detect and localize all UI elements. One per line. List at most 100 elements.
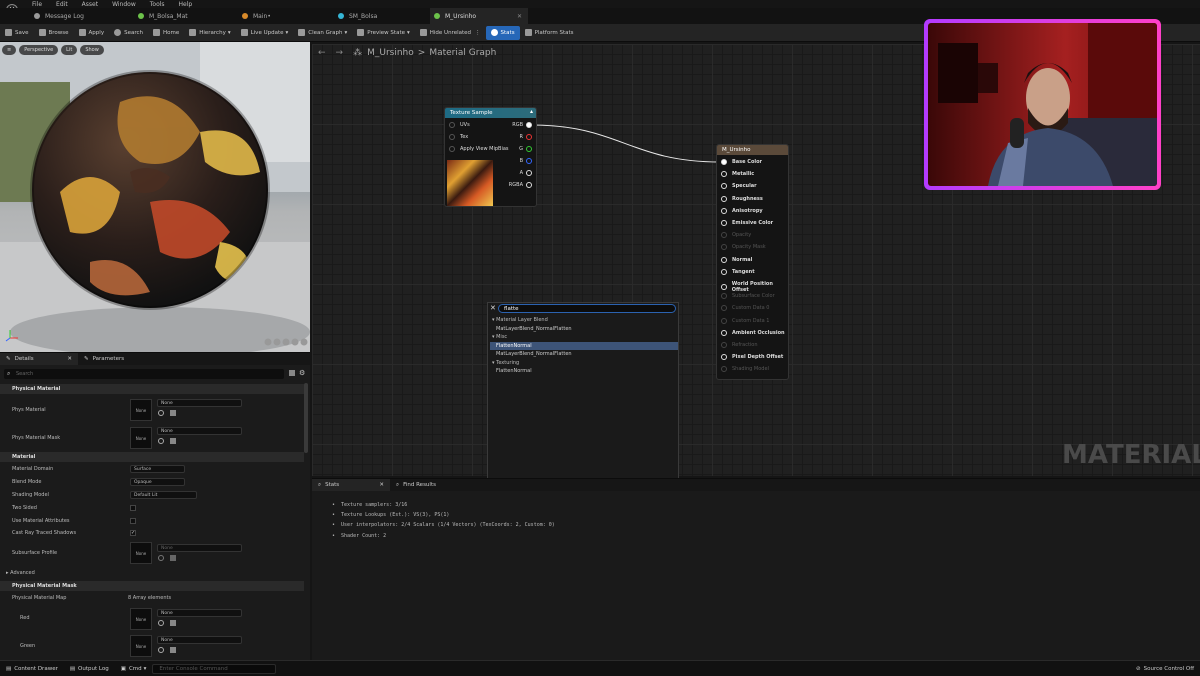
menu-asset[interactable]: Asset: [82, 1, 98, 8]
advanced-expander[interactable]: ▸ Advanced: [6, 570, 35, 576]
a-output-pin[interactable]: A: [520, 170, 532, 176]
find-asset-icon[interactable]: [170, 410, 176, 416]
tab-m-bolsa-mat[interactable]: M_Bolsa_Mat: [134, 8, 234, 24]
tab-sm-bolsa[interactable]: SM_Bolsa: [334, 8, 426, 24]
apply-button[interactable]: Apply: [74, 26, 110, 40]
apply-view-mipbias-pin[interactable]: Apply View MipBias: [449, 146, 509, 152]
tab-stats[interactable]: ⌕ Stats ✕: [312, 479, 390, 491]
red-dropdown[interactable]: None: [157, 609, 242, 617]
details-scrollbar[interactable]: [304, 383, 308, 453]
browse-asset-icon[interactable]: [158, 438, 164, 444]
rgba-output-pin[interactable]: RGBA: [509, 182, 532, 188]
section-material[interactable]: Material: [0, 452, 304, 462]
menu-file[interactable]: File: [32, 1, 42, 8]
browse-asset-icon[interactable]: [158, 410, 164, 416]
tab-find-results[interactable]: ⌕ Find Results: [390, 479, 442, 491]
stats-button[interactable]: Stats: [485, 25, 520, 40]
blend-mode-dropdown[interactable]: Opaque: [130, 478, 185, 486]
menu-help[interactable]: Help: [179, 1, 193, 8]
material-input-pin[interactable]: World Position Offset: [721, 281, 788, 293]
section-physical-material[interactable]: Physical Material: [0, 384, 304, 394]
tab-message-log[interactable]: Message Log: [30, 8, 130, 24]
search-category[interactable]: ▾ Material Layer Blend: [490, 316, 678, 324]
hide-unrelated-button[interactable]: Hide Unrelated ⋮: [415, 26, 486, 40]
material-input-pin[interactable]: Custom Data 0: [721, 305, 769, 312]
content-drawer-button[interactable]: ▤ Content Drawer: [0, 666, 64, 672]
preview-viewport[interactable]: [0, 42, 310, 352]
material-input-pin[interactable]: Tangent: [721, 268, 755, 275]
use-material-attributes-checkbox[interactable]: [130, 518, 136, 524]
find-asset-icon[interactable]: [170, 647, 176, 653]
material-input-pin[interactable]: Base Color: [721, 159, 762, 165]
material-input-pin[interactable]: Roughness: [721, 195, 763, 202]
search-result-item[interactable]: FlattenNormal: [490, 341, 678, 350]
search-button[interactable]: Search: [109, 26, 148, 40]
phys-material-mask-thumbnail[interactable]: None: [130, 427, 152, 449]
platform-stats-button[interactable]: Platform Stats: [520, 26, 579, 40]
settings-gear-icon[interactable]: ⚙: [299, 369, 305, 377]
close-tab-icon[interactable]: ✕: [517, 13, 522, 20]
clean-graph-button[interactable]: Clean Graph ▾: [293, 26, 352, 40]
material-input-pin[interactable]: Custom Data 1: [721, 317, 769, 324]
material-input-pin[interactable]: Refraction: [721, 342, 758, 348]
tab-details[interactable]: ✎ Details ✕: [0, 353, 78, 365]
uvs-input-pin[interactable]: UVs: [449, 122, 470, 128]
close-tab-icon[interactable]: ✕: [379, 482, 384, 488]
tex-input-pin[interactable]: Tex: [449, 134, 468, 140]
material-input-pin[interactable]: Anisotropy: [721, 207, 763, 214]
rgb-output-pin[interactable]: RGB: [512, 122, 532, 128]
close-tab-icon[interactable]: ✕: [67, 356, 72, 362]
material-input-pin[interactable]: Ambient Occlusion: [721, 329, 785, 336]
close-icon[interactable]: ✕: [490, 304, 496, 312]
cast-ray-traced-shadows-checkbox[interactable]: ✓: [130, 530, 136, 536]
material-input-pin[interactable]: Opacity Mask: [721, 244, 766, 251]
b-output-pin[interactable]: B: [520, 158, 532, 164]
console-command-input[interactable]: Enter Console Command: [152, 663, 277, 674]
material-input-pin[interactable]: Specular: [721, 183, 757, 190]
tab-parameters[interactable]: ✎ Parameters: [78, 353, 130, 365]
source-control-button[interactable]: ⊘ Source Control Off: [1130, 666, 1200, 672]
grid-view-icon[interactable]: [289, 370, 295, 376]
subsurface-profile-thumbnail[interactable]: None: [130, 542, 152, 564]
viewport-menu-button[interactable]: ≡: [2, 45, 17, 55]
search-result-item[interactable]: MatLayerBlend_NormalFlatten: [490, 325, 678, 333]
search-result-item[interactable]: MatLayerBlend_NormalFlatten: [490, 350, 678, 358]
lit-button[interactable]: Lit: [61, 45, 78, 55]
live-update-button[interactable]: Live Update ▾: [236, 26, 294, 40]
subsurface-profile-dropdown[interactable]: None: [157, 544, 242, 552]
search-category[interactable]: ▾ Texturing: [490, 359, 678, 367]
green-dropdown[interactable]: None: [157, 636, 242, 644]
breadcrumb-asset[interactable]: M_Ursinho: [367, 48, 414, 58]
perspective-button[interactable]: Perspective: [19, 45, 59, 55]
preview-state-button[interactable]: Preview State ▾: [352, 26, 414, 40]
material-input-pin[interactable]: Opacity: [721, 232, 751, 239]
material-input-pin[interactable]: Pixel Depth Offset: [721, 354, 783, 361]
search-result-item[interactable]: FlattenNormal: [490, 367, 678, 375]
more-options-icon[interactable]: ⋮: [475, 30, 481, 36]
find-asset-icon[interactable]: [170, 438, 176, 444]
browse-button[interactable]: Browse: [34, 26, 74, 40]
material-domain-dropdown[interactable]: Surface: [130, 465, 185, 473]
red-thumbnail[interactable]: None: [130, 608, 152, 630]
show-button[interactable]: Show: [80, 45, 104, 55]
material-result-node[interactable]: M_Ursinho Base Color Metallic Specular Roug…: [716, 144, 789, 380]
green-thumbnail[interactable]: None: [130, 635, 152, 657]
tab-main[interactable]: Main•: [238, 8, 330, 24]
shading-model-dropdown[interactable]: Default Lit: [130, 491, 197, 499]
phys-material-dropdown[interactable]: None: [157, 399, 242, 407]
details-search-input[interactable]: Search: [4, 369, 284, 379]
save-button[interactable]: Save: [0, 26, 34, 40]
cmd-dropdown[interactable]: ▣ Cmd ▾: [115, 666, 153, 672]
node-search-input[interactable]: flatte: [498, 304, 676, 313]
material-input-pin[interactable]: Metallic: [721, 171, 754, 178]
menu-window[interactable]: Window: [112, 1, 136, 8]
browse-asset-icon[interactable]: [158, 620, 164, 626]
hierarchy-button[interactable]: Hierarchy ▾: [184, 26, 235, 40]
find-asset-icon[interactable]: [170, 555, 176, 561]
menu-edit[interactable]: Edit: [56, 1, 68, 8]
phys-material-thumbnail[interactable]: None: [130, 399, 152, 421]
menu-tools[interactable]: Tools: [150, 1, 165, 8]
g-output-pin[interactable]: G: [519, 146, 532, 152]
r-output-pin[interactable]: R: [520, 134, 532, 140]
back-arrow-icon[interactable]: ←: [318, 48, 326, 58]
